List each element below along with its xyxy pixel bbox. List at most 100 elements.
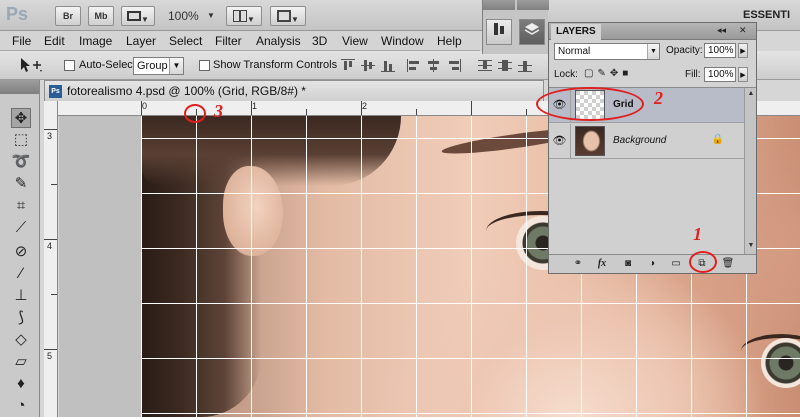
lock-position-icon[interactable]: ✥ [610, 68, 622, 79]
chevron-down-icon: ▼ [291, 15, 299, 24]
chevron-down-icon: ▼ [647, 44, 659, 59]
auto-select-dropdown[interactable]: Group ▼ [133, 57, 184, 75]
align-bottom-icon[interactable] [381, 59, 395, 72]
scroll-up-icon[interactable]: ▲ [746, 90, 756, 100]
dock-header[interactable] [517, 0, 549, 10]
eyedropper-icon[interactable]: ⟋ [11, 218, 31, 238]
menu-help[interactable]: Help [437, 34, 462, 48]
lock-all-icon[interactable]: ■ [622, 68, 632, 79]
chevron-down-icon[interactable]: ▼ [207, 11, 215, 20]
bridge-button[interactable]: Br [55, 6, 81, 26]
arrange-icon [233, 10, 248, 22]
align-vcenter-icon[interactable] [361, 59, 375, 72]
screen-mode-button[interactable]: ▼ [270, 6, 306, 26]
app-logo: Ps [6, 4, 29, 24]
annotation-circle-ruler [184, 104, 206, 123]
lock-paint-icon[interactable]: ✎ [597, 68, 609, 79]
marquee-tool-icon[interactable]: ⬚ [11, 130, 31, 150]
dock-header[interactable] [483, 0, 515, 10]
auto-select-label: Auto-Select: [79, 59, 139, 71]
fill-label: Fill: [685, 69, 701, 80]
align-top-icon[interactable] [341, 59, 355, 72]
menu-edit[interactable]: Edit [44, 34, 65, 48]
zoom-level[interactable]: 100% [168, 9, 199, 23]
tool-preset-picker[interactable] [18, 57, 46, 74]
blend-mode-dropdown[interactable]: Normal ▼ [554, 43, 660, 60]
chevron-down-icon: ▼ [247, 15, 255, 24]
layers-scrollbar[interactable]: ▲ ▼ [744, 88, 756, 254]
adjustment-layer-icon[interactable]: ◑ [645, 257, 659, 271]
history-brush-icon[interactable]: ⟆ [11, 308, 31, 328]
lasso-tool-icon[interactable]: ➰ [11, 152, 31, 172]
layer-mask-icon[interactable]: ◙ [621, 257, 635, 271]
opacity-dropdown[interactable]: ▶ [738, 43, 748, 58]
opacity-input[interactable]: 100% [704, 43, 736, 58]
menu-window[interactable]: Window [381, 34, 424, 48]
lock-label: Lock: [554, 69, 578, 80]
distribute-top-icon[interactable] [478, 59, 492, 72]
layers-panel-header[interactable]: LAYERS ◂◂ ✕ [549, 23, 756, 40]
menu-filter[interactable]: Filter [215, 34, 242, 48]
collapse-icon[interactable]: ◂◂ [717, 25, 726, 36]
arrange-documents-button[interactable]: ▼ [226, 6, 262, 26]
minibridge-button[interactable]: Mb [88, 6, 114, 26]
history-icon [494, 23, 504, 35]
tools-header[interactable] [0, 80, 39, 94]
document-ps-icon: Ps [49, 85, 62, 98]
history-panel-button[interactable] [486, 19, 512, 45]
blur-icon[interactable]: ♦ [11, 374, 31, 394]
menu-3d[interactable]: 3D [312, 34, 327, 48]
annotation-circle-layer [536, 87, 644, 121]
menu-view[interactable]: View [342, 34, 368, 48]
quick-selection-icon[interactable]: ✎ [11, 174, 31, 194]
lock-options[interactable]: ▢✎✥■ [584, 68, 632, 79]
ruler-label: 1 [252, 101, 258, 111]
eye-icon[interactable]: 👁 [549, 124, 571, 159]
menu-select[interactable]: Select [169, 34, 202, 48]
tools-panel: ✥ ⬚ ➰ ✎ ⌗ ⟋ ⊘ ∕ ⊥ ⟆ ◇ ▱ ♦ ◔ [0, 80, 40, 417]
show-transform-checkbox[interactable] [199, 60, 210, 71]
gradient-icon[interactable]: ▱ [11, 352, 31, 372]
dodge-icon[interactable]: ◔ [11, 396, 31, 416]
ruler-label: 5 [47, 351, 53, 361]
healing-brush-icon[interactable]: ⊘ [11, 242, 31, 262]
layer-row-background[interactable]: 👁 Background 🔒 [549, 124, 756, 159]
new-group-icon[interactable]: ▭ [669, 257, 683, 271]
menu-layer[interactable]: Layer [126, 34, 156, 48]
clone-stamp-icon[interactable]: ⊥ [11, 286, 31, 306]
eraser-icon[interactable]: ◇ [11, 330, 31, 350]
view-extras-button[interactable]: ▼ [121, 6, 155, 26]
move-tool-icon [21, 58, 42, 72]
scroll-down-icon[interactable]: ▼ [746, 242, 756, 252]
trash-icon[interactable]: 🗑 [721, 257, 735, 271]
annotation-number: 2 [654, 88, 663, 108]
move-tool-icon[interactable]: ✥ [11, 108, 31, 128]
link-layers-icon[interactable]: ⚭ [571, 257, 585, 271]
lock-icon: 🔒 [711, 134, 724, 145]
fill-input[interactable]: 100% [704, 67, 736, 82]
auto-select-checkbox[interactable] [64, 60, 75, 71]
fx-icon[interactable]: fx [595, 257, 609, 271]
chevron-down-icon: ▼ [169, 58, 183, 74]
close-icon[interactable]: ✕ [739, 25, 747, 36]
annotation-number: 3 [214, 101, 223, 121]
workspace-switcher[interactable]: ESSENTI [743, 9, 790, 21]
crop-tool-icon[interactable]: ⌗ [11, 196, 31, 216]
fill-dropdown[interactable]: ▶ [738, 67, 748, 82]
distribute-vcenter-icon[interactable] [498, 59, 512, 72]
tab-layers[interactable]: LAYERS [551, 24, 601, 40]
distribute-bottom-icon[interactable] [518, 59, 532, 72]
lock-transparent-icon[interactable]: ▢ [584, 68, 597, 79]
menu-image[interactable]: Image [79, 34, 112, 48]
annotation-number: 1 [693, 224, 702, 244]
layer-name[interactable]: Background [613, 135, 666, 146]
brush-icon[interactable]: ∕ [11, 264, 31, 284]
layers-panel-button[interactable] [519, 19, 545, 45]
document-tab[interactable]: Ps fotorealismo 4.psd @ 100% (Grid, RGB/… [44, 80, 544, 101]
align-right-icon[interactable] [447, 59, 461, 72]
menu-file[interactable]: File [12, 34, 31, 48]
align-left-icon[interactable] [407, 59, 421, 72]
align-hcenter-icon[interactable] [427, 59, 441, 72]
menu-analysis[interactable]: Analysis [256, 34, 301, 48]
vertical-ruler[interactable]: 3 4 5 [44, 101, 58, 417]
